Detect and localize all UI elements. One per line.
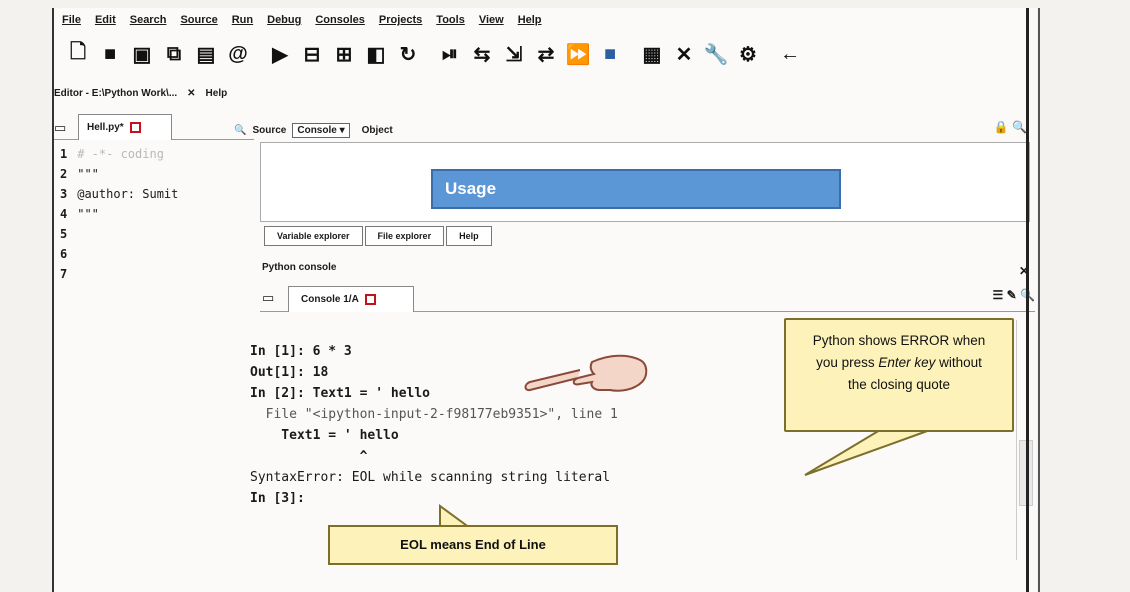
console-line: In [3]: [250, 491, 305, 506]
stop-icon[interactable]: ■ [598, 42, 622, 66]
wrench-icon[interactable]: 🔧 [704, 42, 729, 66]
lock-icon[interactable]: 🔒 [994, 120, 1009, 134]
tab-label: Console 1/A [301, 294, 359, 305]
eol-callout: EOL means End of Line [328, 525, 618, 565]
console-line: Text1 = ' hello [250, 428, 399, 443]
debug-icon[interactable]: ⏯ [438, 42, 462, 66]
console-title: Python console [262, 262, 337, 273]
code-line: 4 """ [60, 207, 99, 221]
console-line: SyntaxError: EOL while scanning string l… [250, 470, 611, 485]
save-all-icon[interactable]: ⧉ [162, 42, 186, 66]
tab-file-explorer[interactable]: File explorer [364, 226, 445, 246]
menu-bar: File Edit Search Source Run Debug Consol… [62, 14, 542, 26]
source-label: Source [252, 124, 287, 136]
pane-tabs: Variable explorer File explorer Help [264, 226, 494, 246]
help-content: Usage [260, 142, 1030, 222]
menu-tools[interactable]: Tools [436, 14, 465, 26]
callout-text: Python shows ERROR when [812, 333, 986, 348]
console-tab-bar: ▭ Console 1/A ☰ ✎ 🔍 [260, 284, 1035, 312]
browse-tabs-icon[interactable]: ▭ [54, 120, 66, 136]
re-run-icon[interactable]: ↻ [396, 42, 420, 66]
new-file-icon[interactable]: 🗋 [66, 41, 90, 66]
code-line: 7 [60, 267, 68, 281]
at-icon[interactable]: @ [226, 42, 250, 66]
close-icon[interactable]: ✕ [187, 88, 195, 99]
python-path-icon[interactable]: ⚙ [736, 42, 760, 66]
help-pane-controls: 🔒 🔍 [994, 120, 1027, 134]
fullscreen-icon[interactable]: ✕ [672, 42, 696, 66]
callout-text: the closing quote [847, 377, 951, 392]
ide-window: File Edit Search Source Run Debug Consol… [52, 8, 1037, 592]
callout-text: you press Enter key without [816, 355, 982, 370]
code-line: 3 @author: Sumit [60, 187, 179, 201]
help-link[interactable]: Help [206, 88, 228, 99]
console-scrollbar[interactable] [1016, 320, 1034, 560]
editor-title-bar: Editor - E:\Python Work\... ✕ Help [54, 88, 227, 99]
menu-help[interactable]: Help [518, 14, 542, 26]
tab-label: Hell.py* [87, 122, 124, 133]
menu-run[interactable]: Run [232, 14, 253, 26]
tab-variable-explorer[interactable]: Variable explorer [264, 226, 363, 246]
close-tab-icon[interactable] [364, 294, 376, 305]
maximize-pane-icon[interactable]: ▦ [640, 42, 664, 66]
help-toolbar: 🔍 Source Console ▾ Object [234, 118, 1034, 142]
run-selection-icon[interactable]: ◧ [364, 42, 388, 66]
step-into-icon[interactable]: ⇲ [502, 42, 526, 66]
code-editor[interactable]: 1 # -*- coding 2 """ 3 @author: Sumit 4 … [60, 144, 178, 284]
tab-console[interactable]: Console 1/A [288, 286, 414, 312]
menu-source[interactable]: Source [180, 14, 217, 26]
object-label: Object [361, 124, 393, 136]
run-cell-icon[interactable]: ⊟ [300, 42, 324, 66]
editor-tab-bar: ▭ Hell.py* [54, 114, 254, 140]
continue-icon[interactable]: ⏩ [566, 42, 591, 66]
menu-search[interactable]: Search [130, 14, 167, 26]
open-folder-icon[interactable]: ■ [98, 42, 122, 66]
menu-consoles[interactable]: Consoles [315, 14, 365, 26]
tab-hell-py[interactable]: Hell.py* [78, 114, 172, 140]
console-line: ^ [250, 449, 368, 464]
search-icon[interactable]: 🔍 [1012, 120, 1027, 134]
options-icon[interactable]: ☰ [993, 288, 1004, 302]
browse-tabs-icon[interactable]: ▭ [262, 290, 274, 306]
window-edge [1038, 8, 1040, 592]
toolbar: 🗋 ■ ▣ ⧉ ▤ @ ▶ ⊟ ⊞ ◧ ↻ ⏯ ⇆ ⇲ ⇄ ⏩ ■ ▦ ✕ 🔧 … [66, 41, 810, 66]
tab-help[interactable]: Help [446, 226, 492, 246]
save-icon[interactable]: ▣ [130, 42, 154, 66]
code-line: 5 [60, 227, 68, 241]
run-cell-advance-icon[interactable]: ⊞ [332, 42, 356, 66]
editor-title: Editor - E:\Python Work\... [54, 88, 178, 99]
menu-debug[interactable]: Debug [267, 14, 301, 26]
search-icon: 🔍 [234, 124, 247, 136]
close-tab-icon[interactable] [129, 122, 141, 133]
code-line: 6 [60, 247, 68, 261]
pointing-hand-icon [524, 354, 648, 392]
menu-projects[interactable]: Projects [379, 14, 422, 26]
step-return-icon[interactable]: ⇄ [534, 42, 558, 66]
source-select[interactable]: Console ▾ [292, 122, 350, 138]
usage-banner: Usage [431, 169, 841, 209]
back-arrow-icon[interactable]: ← [778, 42, 802, 66]
code-line: 1 # -*- coding [60, 147, 164, 161]
menu-view[interactable]: View [479, 14, 504, 26]
menu-edit[interactable]: Edit [95, 14, 116, 26]
error-callout: Python shows ERROR when you press Enter … [784, 318, 1014, 432]
window-edge [1026, 8, 1029, 592]
stack-icon[interactable]: ▤ [194, 42, 218, 66]
edit-icon[interactable]: ✎ [1007, 288, 1017, 302]
code-line: 2 """ [60, 167, 99, 181]
step-icon[interactable]: ⇆ [470, 42, 494, 66]
menu-file[interactable]: File [62, 14, 81, 26]
run-icon[interactable]: ▶ [268, 42, 292, 66]
